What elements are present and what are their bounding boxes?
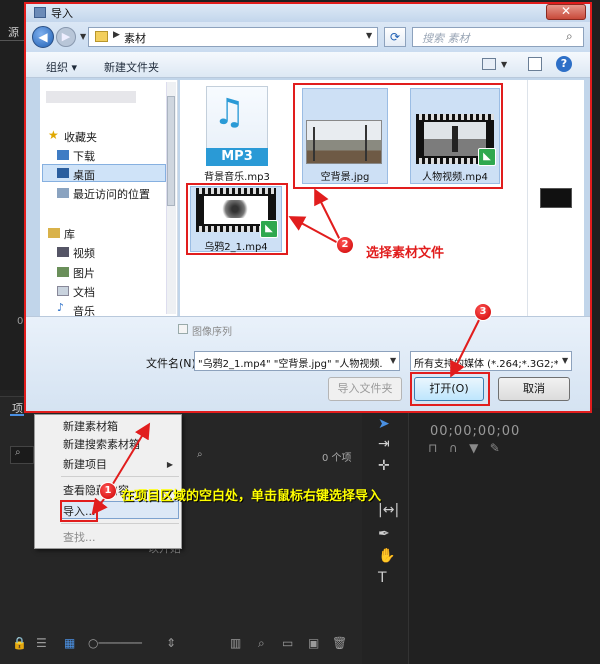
arrow-to-crow bbox=[288, 216, 341, 245]
step-1-marker: 1 bbox=[99, 482, 117, 500]
step-2-marker: 2 bbox=[336, 236, 354, 254]
arrow-to-open bbox=[450, 317, 481, 378]
annotation-arrows bbox=[91, 188, 481, 516]
step-2-caption: 选择素材文件 bbox=[366, 246, 445, 261]
arrow-to-project-area bbox=[107, 422, 151, 493]
step-1-caption: 在项目区域的空白处，单击鼠标右键选择导入 bbox=[121, 489, 382, 504]
step-3-marker: 3 bbox=[474, 303, 492, 321]
